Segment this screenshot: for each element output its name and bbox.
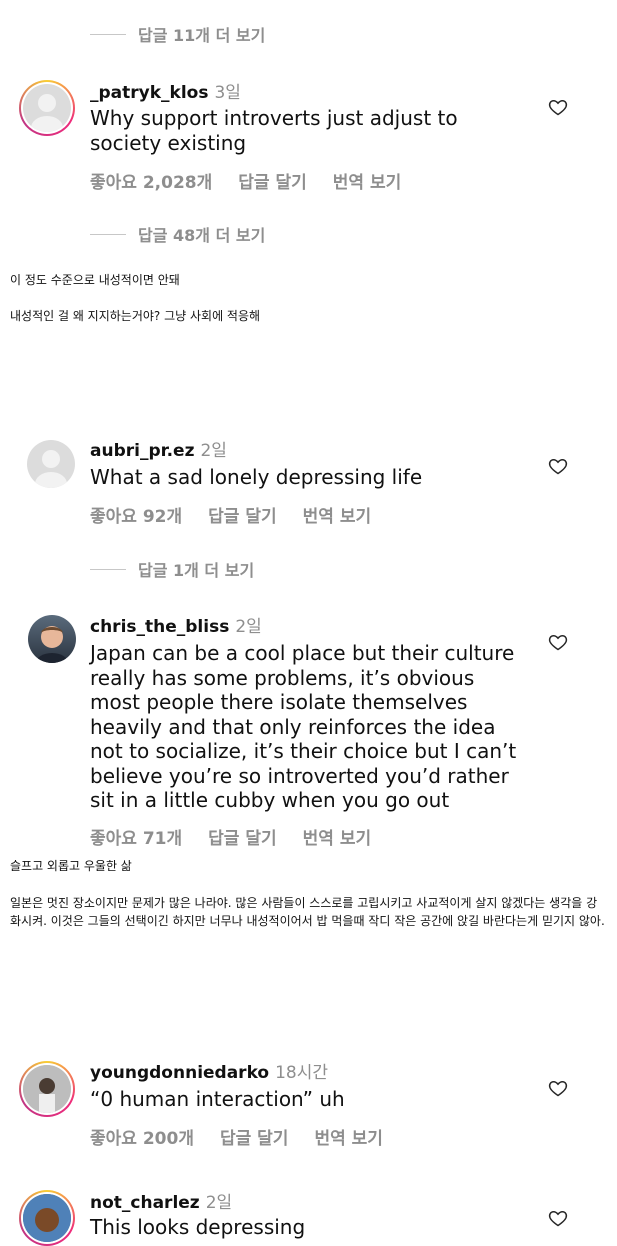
comment-header: _patryk_klos 3일 — [90, 78, 241, 103]
comment-actions: 좋아요 92개 답글 달기 번역 보기 — [90, 502, 397, 527]
comment-header: chris_the_bliss 2일 — [90, 612, 262, 637]
translation-text: 일본은 멋진 장소이지만 문제가 많은 나라야. 많은 사람들이 스스로를 고립… — [10, 896, 605, 928]
comment-actions: 좋아요 200개 답글 달기 번역 보기 — [90, 1124, 409, 1149]
comment-text: Why support introverts just adjust to so… — [90, 106, 458, 155]
comment-header: youngdonniedarko 18시간 — [90, 1058, 328, 1083]
translate-button[interactable]: 번역 보기 — [303, 502, 371, 527]
divider — [90, 33, 126, 35]
avatar[interactable] — [19, 1061, 75, 1117]
comment-header: not_charlez 2일 — [90, 1188, 232, 1213]
avatar[interactable] — [28, 615, 76, 663]
profile-photo-icon — [23, 1065, 71, 1113]
likes-count[interactable]: 좋아요 200개 — [90, 1124, 194, 1149]
comment-text: What a sad lonely depressing life — [90, 465, 423, 489]
comment-actions: 좋아요 2,028개 답글 달기 번역 보기 — [90, 168, 427, 193]
avatar[interactable] — [19, 1190, 75, 1246]
comment-text: “0 human interaction” uh — [90, 1087, 345, 1111]
divider — [90, 568, 126, 570]
default-avatar-icon — [35, 450, 67, 488]
reply-button[interactable]: 답글 달기 — [238, 168, 306, 193]
view-replies-button[interactable]: 답글 11개 더 보기 — [90, 22, 265, 46]
heart-icon[interactable] — [548, 1208, 568, 1228]
likes-count[interactable]: 좋아요 71개 — [90, 824, 182, 849]
reply-button[interactable]: 답글 달기 — [220, 1124, 288, 1149]
timestamp: 2일 — [235, 617, 262, 637]
timestamp: 3일 — [214, 83, 241, 103]
view-replies-button[interactable]: 답글 48개 더 보기 — [90, 222, 265, 246]
profile-photo-icon — [23, 1194, 71, 1242]
heart-icon[interactable] — [548, 456, 568, 476]
translate-button[interactable]: 번역 보기 — [314, 1124, 382, 1149]
username[interactable]: not_charlez — [90, 1193, 200, 1213]
username[interactable]: _patryk_klos — [90, 83, 208, 103]
translation-text: 내성적인 걸 왜 지지하는거야? 그냥 사회에 적응해 — [10, 309, 261, 323]
timestamp: 18시간 — [275, 1063, 329, 1083]
heart-icon[interactable] — [548, 97, 568, 117]
avatar[interactable] — [27, 440, 75, 488]
heart-icon[interactable] — [548, 1078, 568, 1098]
username[interactable]: aubri_pr.ez — [90, 441, 194, 461]
translate-button[interactable]: 번역 보기 — [333, 168, 401, 193]
heart-icon[interactable] — [548, 632, 568, 652]
translation-text: 슬프고 외롭고 우울한 삶 — [10, 859, 132, 873]
divider — [90, 233, 126, 235]
timestamp: 2일 — [205, 1193, 233, 1213]
profile-photo-icon — [36, 626, 68, 663]
reply-button[interactable]: 답글 달기 — [208, 502, 276, 527]
default-avatar-icon — [31, 94, 63, 132]
avatar[interactable] — [19, 80, 75, 136]
view-replies-button[interactable]: 답글 1개 더 보기 — [90, 557, 254, 581]
comment-actions: 좋아요 71개 답글 달기 번역 보기 — [90, 824, 397, 849]
translate-button[interactable]: 번역 보기 — [303, 824, 371, 849]
reply-button[interactable]: 답글 달기 — [208, 824, 276, 849]
likes-count[interactable]: 좋아요 92개 — [90, 502, 182, 527]
likes-count[interactable]: 좋아요 2,028개 — [90, 168, 212, 193]
timestamp: 2일 — [200, 441, 227, 461]
username[interactable]: youngdonniedarko — [90, 1063, 269, 1083]
comment-text: Japan can be a cool place but their cult… — [90, 641, 517, 812]
comment-header: aubri_pr.ez 2일 — [90, 436, 227, 461]
username[interactable]: chris_the_bliss — [90, 617, 229, 637]
comment-text: This looks depressing — [90, 1215, 306, 1239]
translation-text: 이 정도 수준으로 내성적이면 안돼 — [10, 273, 180, 287]
